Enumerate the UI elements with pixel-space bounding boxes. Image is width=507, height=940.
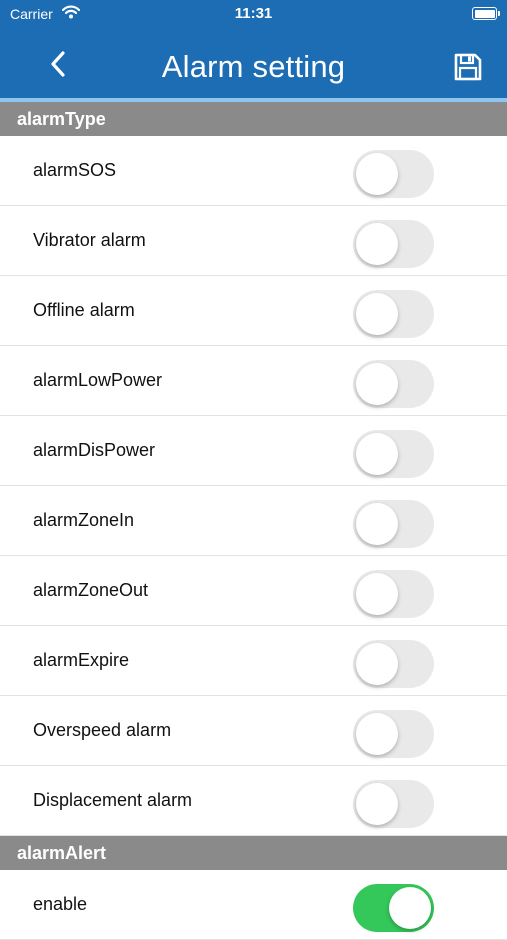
list-item: alarmZoneIn: [0, 486, 507, 556]
setting-label: alarmExpire: [33, 650, 130, 670]
toggle-switch[interactable]: [353, 500, 434, 548]
toggle-switch[interactable]: [353, 430, 434, 478]
section-header: alarmAlert: [0, 836, 507, 870]
page-title: Alarm setting: [161, 49, 346, 84]
setting-label: alarmDisPower: [33, 440, 156, 460]
setting-label: Vibrator alarm: [33, 230, 146, 250]
toggle-knob: [356, 293, 398, 335]
toggle-switch[interactable]: [353, 570, 434, 618]
setting-label: enable: [33, 894, 88, 914]
save-button[interactable]: [453, 52, 485, 84]
toggle-switch[interactable]: [353, 360, 434, 408]
toggle-knob: [356, 573, 398, 615]
top-bar: Carrier 11:31 Alarm setting: [0, 0, 507, 100]
toggle-knob: [356, 153, 398, 195]
toggle-knob: [389, 887, 431, 929]
status-time: 11:31: [234, 5, 273, 22]
list-item: Vibrator alarm: [0, 206, 507, 276]
list-item: alarmZoneOut: [0, 556, 507, 626]
list-item: Offline alarm: [0, 276, 507, 346]
list-item: alarmSOS: [0, 136, 507, 206]
toggle-knob: [356, 363, 398, 405]
setting-label: alarmZoneIn: [33, 510, 135, 530]
section-header: alarmType: [0, 102, 507, 136]
toggle-knob: [356, 223, 398, 265]
setting-label: Displacement alarm: [33, 790, 193, 810]
toggle-knob: [356, 783, 398, 825]
setting-label: alarmLowPower: [33, 370, 163, 390]
list-item: alarmDisPower: [0, 416, 507, 486]
list-item: Overspeed alarm: [0, 696, 507, 766]
toggle-knob: [356, 713, 398, 755]
list-item: enable: [0, 870, 507, 940]
toggle-switch[interactable]: [353, 780, 434, 828]
floppy-disk-icon: [454, 53, 482, 81]
toggle-switch[interactable]: [353, 290, 434, 338]
status-bar: Carrier 11:31: [0, 0, 507, 28]
toggle-switch[interactable]: [353, 884, 434, 932]
list-item: Displacement alarm: [0, 766, 507, 836]
toggle-switch[interactable]: [353, 150, 434, 198]
setting-label: alarmZoneOut: [33, 580, 149, 600]
toggle-switch[interactable]: [353, 640, 434, 688]
toggle-switch[interactable]: [353, 220, 434, 268]
nav-bar: Alarm setting: [0, 28, 507, 100]
list-item: alarmExpire: [0, 626, 507, 696]
setting-label: alarmSOS: [33, 160, 117, 180]
battery-icon: [472, 7, 500, 20]
setting-label: Overspeed alarm: [33, 720, 172, 740]
list-item: alarmLowPower: [0, 346, 507, 416]
toggle-knob: [356, 643, 398, 685]
toggle-switch[interactable]: [353, 710, 434, 758]
toggle-knob: [356, 503, 398, 545]
setting-label: Offline alarm: [33, 300, 135, 320]
toggle-knob: [356, 433, 398, 475]
